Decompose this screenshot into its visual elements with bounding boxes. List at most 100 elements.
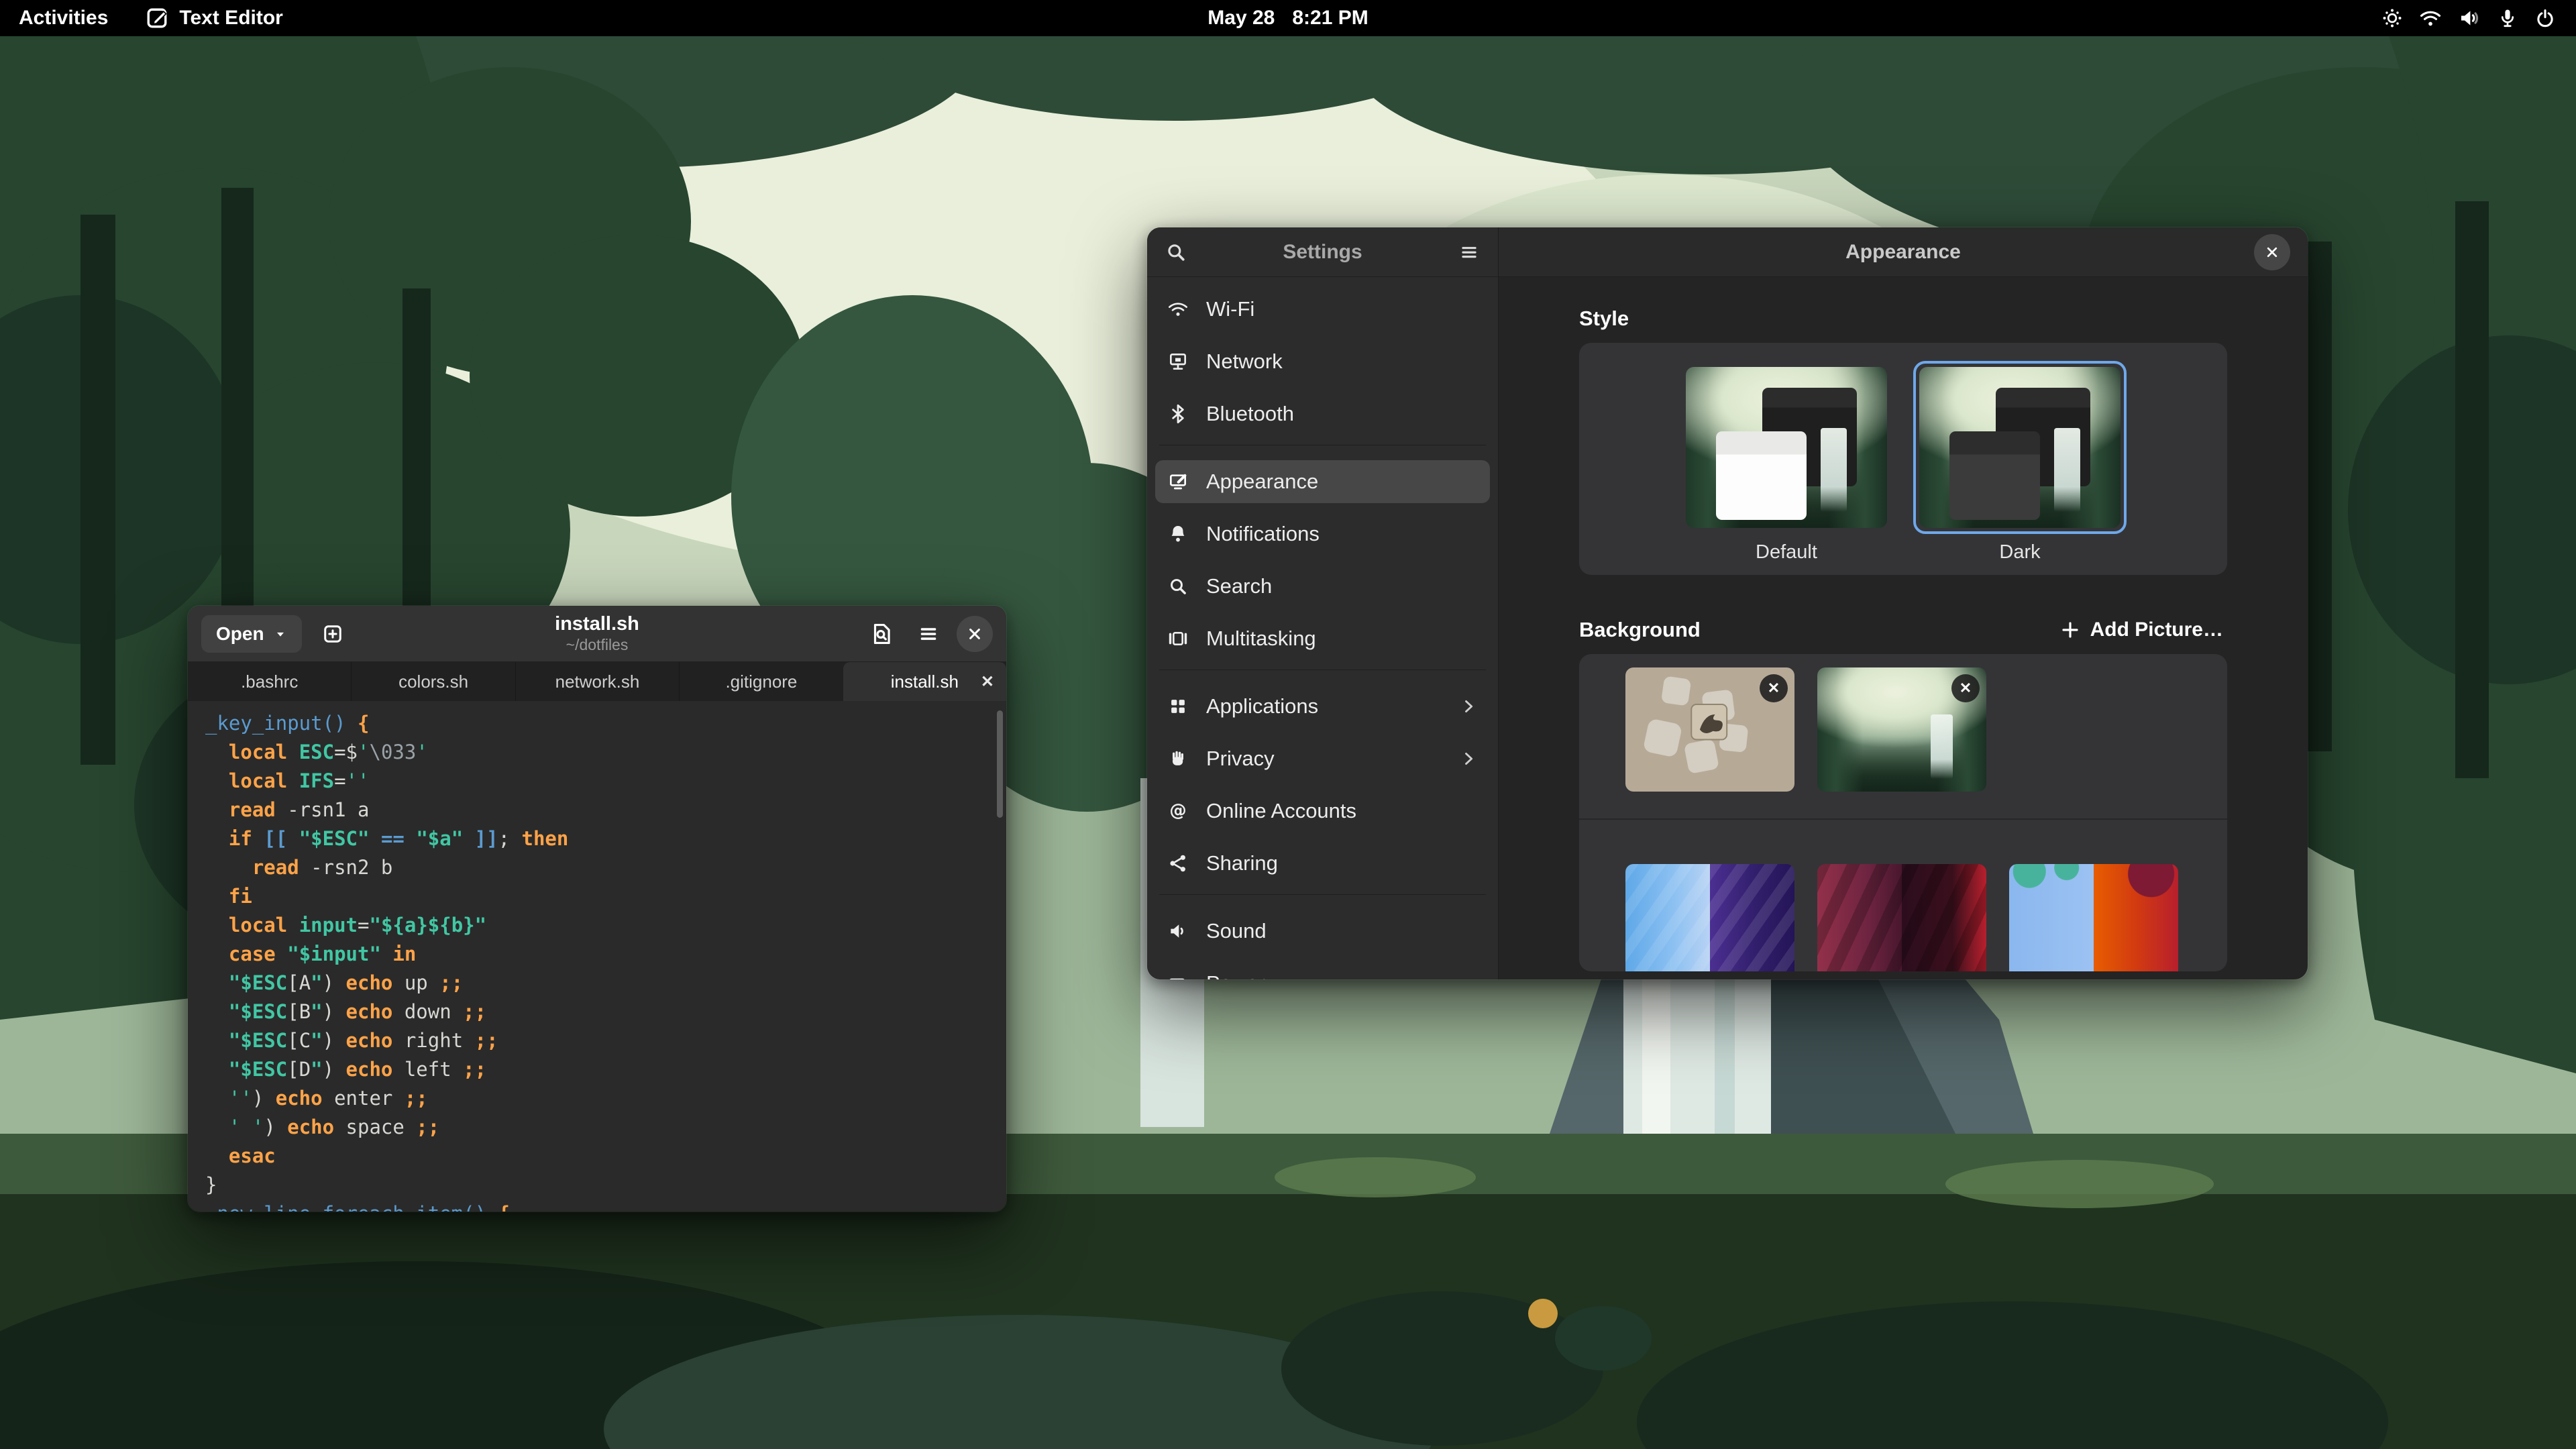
sidebar-separator bbox=[1159, 669, 1486, 670]
panel-title: Appearance bbox=[1845, 241, 1961, 264]
tab-bashrc[interactable]: .bashrc bbox=[188, 662, 351, 701]
style-option-dark[interactable]: Dark bbox=[1919, 367, 2121, 564]
open-button[interactable]: Open bbox=[201, 615, 302, 653]
editor-scrollbar[interactable] bbox=[997, 710, 1003, 818]
style-preview-default[interactable] bbox=[1686, 367, 1887, 528]
clock[interactable]: May 28 8:21 PM bbox=[1208, 7, 1368, 30]
code-lines: _key_input() { local ESC=$'\033' local I… bbox=[205, 709, 1006, 1212]
multitasking-icon bbox=[1167, 628, 1189, 649]
wallpaper-thumb-red-swirl[interactable] bbox=[1817, 864, 1986, 971]
wifi-icon bbox=[1167, 299, 1189, 320]
tab-gitignore[interactable]: .gitignore bbox=[679, 662, 843, 701]
sidebar-item-bluetooth[interactable]: Bluetooth bbox=[1155, 392, 1490, 435]
mock-window-front-dark bbox=[1949, 431, 2040, 520]
background-section-label: Background bbox=[1579, 618, 1701, 642]
new-tab-button[interactable] bbox=[314, 615, 352, 653]
search-icon[interactable] bbox=[1165, 241, 1187, 264]
text-editor-headerbar[interactable]: Open install.sh ~/dotfiles bbox=[188, 606, 1006, 662]
chevron-right-icon bbox=[1459, 697, 1478, 716]
time-label: 8:21 PM bbox=[1292, 7, 1368, 30]
remove-wallpaper-button[interactable]: ✕ bbox=[1951, 674, 1980, 702]
sidebar-item-wifi[interactable]: Wi-Fi bbox=[1155, 288, 1490, 331]
online-accounts-icon: @ bbox=[1167, 800, 1189, 822]
sidebar-title: Settings bbox=[1283, 241, 1362, 264]
tab-bar: .bashrc colors.sh network.sh .gitignore … bbox=[188, 662, 1006, 701]
add-picture-button[interactable]: Add Picture… bbox=[2055, 618, 2227, 642]
sidebar-item-search[interactable]: Search bbox=[1155, 565, 1490, 608]
volume-icon bbox=[2458, 7, 2481, 30]
sidebar-item-applications[interactable]: Applications bbox=[1155, 685, 1490, 728]
sound-icon bbox=[1167, 920, 1189, 942]
appearance-panel: Appearance Style Default bbox=[1499, 227, 2308, 979]
sidebar-item-sharing[interactable]: Sharing bbox=[1155, 842, 1490, 885]
plus-icon bbox=[2059, 619, 2081, 641]
chevron-right-icon bbox=[1459, 749, 1478, 768]
brightness-icon bbox=[2381, 7, 2403, 29]
menu-icon bbox=[916, 622, 941, 646]
style-card: Default Dark bbox=[1579, 343, 2227, 575]
code-area[interactable]: _key_input() { local ESC=$'\033' local I… bbox=[188, 701, 1006, 1212]
text-editor-window: Open install.sh ~/dotfiles bbox=[188, 606, 1006, 1212]
mock-window-front-light bbox=[1716, 431, 1807, 520]
style-option-default[interactable]: Default bbox=[1686, 367, 1887, 564]
background-card: ✕ ✕ bbox=[1579, 654, 2227, 971]
appearance-icon bbox=[1167, 471, 1189, 492]
power-icon bbox=[1167, 973, 1189, 979]
sidebar-nav: Wi-Fi Network Bluetooth Appearance Notif… bbox=[1147, 277, 1498, 979]
settings-sidebar: Settings Wi-Fi Network Bluetooth Appeara… bbox=[1147, 227, 1499, 979]
bluetooth-icon bbox=[1167, 403, 1189, 425]
applications-icon bbox=[1167, 696, 1189, 717]
style-option-label: Dark bbox=[1999, 541, 2040, 564]
sidebar-item-online-accounts[interactable]: @ Online Accounts bbox=[1155, 790, 1490, 833]
style-section-label: Style bbox=[1579, 307, 2227, 331]
sidebar-headerbar[interactable]: Settings bbox=[1147, 227, 1498, 277]
wallpaper-thumb-drips[interactable] bbox=[2009, 864, 2178, 971]
app-name-label: Text Editor bbox=[179, 7, 282, 30]
network-icon bbox=[1167, 351, 1189, 372]
activities-button[interactable]: Activities bbox=[19, 7, 108, 30]
svg-text:@: @ bbox=[1169, 800, 1186, 820]
document-search-button[interactable] bbox=[863, 615, 900, 653]
tab-colors-sh[interactable]: colors.sh bbox=[351, 662, 515, 701]
sidebar-item-multitasking[interactable]: Multitasking bbox=[1155, 617, 1490, 660]
close-window-button[interactable] bbox=[2254, 234, 2290, 270]
style-preview-dark[interactable] bbox=[1919, 367, 2121, 528]
document-search-icon bbox=[869, 621, 894, 647]
power-icon bbox=[2534, 7, 2556, 29]
sharing-icon bbox=[1167, 853, 1189, 874]
sidebar-item-sound[interactable]: Sound bbox=[1155, 910, 1490, 953]
sidebar-item-privacy[interactable]: Privacy bbox=[1155, 737, 1490, 780]
panel-body: Style Default Dark bbox=[1499, 277, 2308, 979]
close-icon bbox=[2265, 246, 2279, 259]
text-editor-icon bbox=[146, 7, 168, 30]
search-icon bbox=[1167, 576, 1189, 597]
tab-install-sh[interactable]: install.sh ✕ bbox=[843, 662, 1006, 701]
menu-icon[interactable] bbox=[1458, 241, 1481, 264]
new-tab-icon bbox=[321, 622, 345, 646]
wallpaper-thumb-beige[interactable]: ✕ bbox=[1625, 667, 1794, 792]
date-label: May 28 bbox=[1208, 7, 1275, 30]
system-status-area[interactable] bbox=[2381, 7, 2576, 30]
main-menu-button[interactable] bbox=[910, 615, 947, 653]
settings-window: Settings Wi-Fi Network Bluetooth Appeara… bbox=[1147, 227, 2308, 979]
document-name: install.sh bbox=[555, 613, 639, 635]
close-icon bbox=[967, 627, 982, 641]
document-path: ~/dotfiles bbox=[555, 637, 639, 653]
preset-wallpapers-row bbox=[1579, 851, 2227, 971]
remove-wallpaper-button[interactable]: ✕ bbox=[1760, 674, 1788, 702]
microphone-icon bbox=[2497, 7, 2518, 29]
sidebar-item-network[interactable]: Network bbox=[1155, 340, 1490, 383]
wallpaper-thumb-blue-geometric[interactable] bbox=[1625, 864, 1794, 971]
focused-app-menu[interactable]: Text Editor bbox=[146, 7, 282, 30]
close-window-button[interactable] bbox=[957, 616, 993, 652]
sidebar-item-power[interactable]: Power bbox=[1155, 962, 1490, 979]
privacy-icon bbox=[1167, 748, 1189, 769]
panel-headerbar[interactable]: Appearance bbox=[1499, 227, 2308, 277]
tab-network-sh[interactable]: network.sh bbox=[515, 662, 679, 701]
tab-close-icon[interactable]: ✕ bbox=[981, 672, 994, 692]
document-title: install.sh ~/dotfiles bbox=[555, 613, 639, 653]
wallpaper-thumb-forest[interactable]: ✕ bbox=[1817, 667, 1986, 792]
sidebar-item-appearance[interactable]: Appearance bbox=[1155, 460, 1490, 503]
top-bar: Activities Text Editor May 28 8:21 PM bbox=[0, 0, 2576, 36]
sidebar-item-notifications[interactable]: Notifications bbox=[1155, 513, 1490, 555]
